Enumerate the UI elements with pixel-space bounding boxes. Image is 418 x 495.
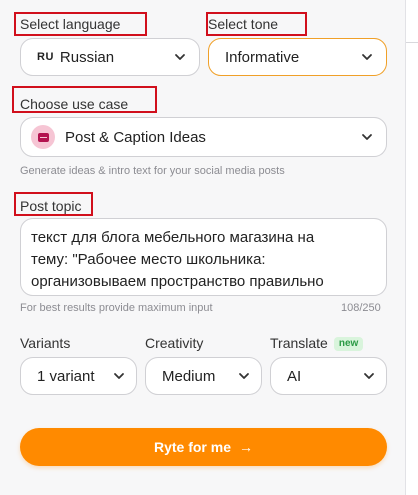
chevron-down-icon <box>175 54 185 60</box>
translate-value: AI <box>287 367 302 385</box>
language-code: RU <box>37 51 54 63</box>
use-case-select[interactable]: Post & Caption Ideas <box>20 117 387 157</box>
use-case-label: Choose use case <box>20 96 129 112</box>
post-card-icon <box>31 125 55 149</box>
translate-label-text: Translate <box>270 335 328 351</box>
chevron-down-icon <box>239 373 249 379</box>
variants-select[interactable]: 1 variant <box>20 357 137 395</box>
post-topic-line: организовываем пространство правильно <box>31 273 324 290</box>
chevron-down-icon <box>364 373 374 379</box>
ryte-for-me-button[interactable]: Ryte for me → <box>20 428 387 466</box>
variants-label: Variants <box>20 335 71 351</box>
arrow-right-icon: → <box>239 439 254 455</box>
post-topic-label: Post topic <box>20 198 82 214</box>
translate-select[interactable]: AI <box>270 357 387 395</box>
tone-value: Informative <box>225 48 300 66</box>
post-topic-hint: For best results provide maximum input <box>20 302 213 314</box>
translate-label: Translate new <box>270 334 364 352</box>
language-label: Select language <box>20 16 121 32</box>
post-topic-line: текст для блога мебельного магазина на <box>31 229 315 246</box>
ryte-for-me-label: Ryte for me <box>153 439 232 455</box>
creativity-label: Creativity <box>145 335 204 351</box>
chevron-down-icon <box>362 54 372 60</box>
creativity-value: Medium <box>162 367 216 385</box>
language-select[interactable]: RU Russian <box>20 38 200 76</box>
panel-divider <box>406 42 418 43</box>
post-topic-input[interactable]: текст для блога мебельного магазина на т… <box>20 218 387 296</box>
variants-value: 1 variant <box>37 367 95 385</box>
use-case-hint: Generate ideas & intro text for your soc… <box>20 165 285 177</box>
new-badge: new <box>333 337 364 351</box>
adjacent-panel-edge <box>405 0 418 495</box>
chevron-down-icon <box>362 134 372 140</box>
tone-select[interactable]: Informative <box>208 38 387 76</box>
language-value: Russian <box>59 48 115 66</box>
character-counter: 108/250 <box>341 302 381 314</box>
creativity-select[interactable]: Medium <box>145 357 262 395</box>
settings-panel: Select language RU Russian Select tone I… <box>0 0 405 495</box>
chevron-down-icon <box>114 373 124 379</box>
post-topic-line: тему: "Рабочее место школьника: <box>31 251 266 268</box>
tone-label: Select tone <box>208 16 279 32</box>
use-case-value: Post & Caption Ideas <box>65 128 206 146</box>
